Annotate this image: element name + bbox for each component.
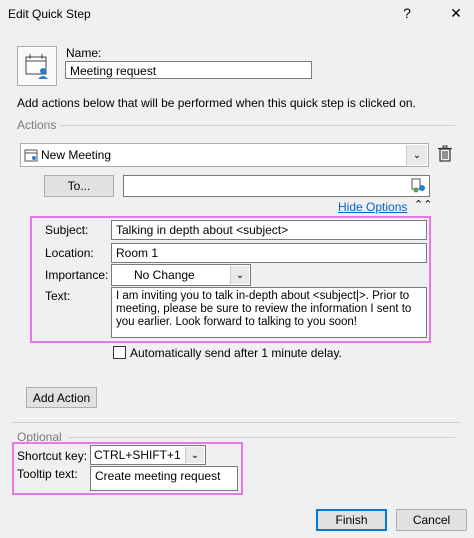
collapse-chevron-icon[interactable]: ⌃⌃ (414, 198, 432, 211)
finish-button[interactable]: Finish (316, 509, 387, 531)
to-input[interactable] (123, 175, 430, 197)
close-button[interactable]: ✕ (447, 4, 465, 22)
importance-label: Importance: (45, 268, 109, 282)
text-body-input[interactable]: I am inviting you to talk in-depth about… (111, 287, 427, 338)
calendar-person-icon (25, 54, 48, 79)
cancel-button[interactable]: Cancel (396, 509, 467, 531)
name-input[interactable]: Meeting request (65, 61, 312, 79)
text-label: Text: (45, 289, 71, 303)
hide-options-link[interactable]: Hide Options (338, 200, 407, 214)
actions-group-label: Actions (17, 118, 57, 132)
add-action-button[interactable]: Add Action (26, 387, 97, 408)
instructions-text: Add actions below that will be performed… (17, 96, 416, 110)
chevron-down-icon[interactable]: ⌄ (406, 145, 427, 165)
address-book-icon[interactable] (411, 178, 427, 194)
importance-value: No Change (134, 268, 195, 282)
actions-separator (60, 125, 455, 126)
subject-input[interactable]: Talking in depth about <subject> (111, 220, 427, 240)
tooltip-text-label: Tooltip text: (17, 467, 78, 481)
calendar-icon (24, 149, 38, 162)
delete-action-button[interactable] (437, 145, 453, 163)
to-button[interactable]: To... (44, 175, 114, 197)
chevron-down-icon[interactable]: ⌄ (230, 266, 249, 284)
auto-send-checkbox[interactable] (113, 346, 126, 359)
subject-label: Subject: (45, 223, 89, 237)
optional-top-separator (12, 422, 460, 423)
shortcut-key-value: CTRL+SHIFT+1 (94, 448, 181, 462)
trash-icon (438, 145, 452, 162)
chevron-down-icon[interactable]: ⌄ (185, 447, 204, 463)
tooltip-text-input[interactable]: Create meeting request (90, 466, 238, 491)
dialog-title: Edit Quick Step (8, 7, 91, 21)
quickstep-icon-button[interactable] (17, 46, 57, 86)
location-input[interactable]: Room 1 (111, 243, 427, 263)
importance-select[interactable]: No Change ⌄ (111, 264, 251, 286)
action-select[interactable]: New Meeting ⌄ (20, 143, 429, 167)
location-label: Location: (45, 246, 94, 260)
shortcut-key-select[interactable]: CTRL+SHIFT+1 ⌄ (90, 445, 206, 465)
help-button[interactable]: ? (398, 4, 416, 22)
optional-separator (68, 437, 455, 438)
action-select-value: New Meeting (41, 148, 112, 162)
shortcut-key-label: Shortcut key: (17, 449, 88, 463)
name-label: Name: (66, 46, 102, 60)
auto-send-label: Automatically send after 1 minute delay. (130, 346, 342, 360)
